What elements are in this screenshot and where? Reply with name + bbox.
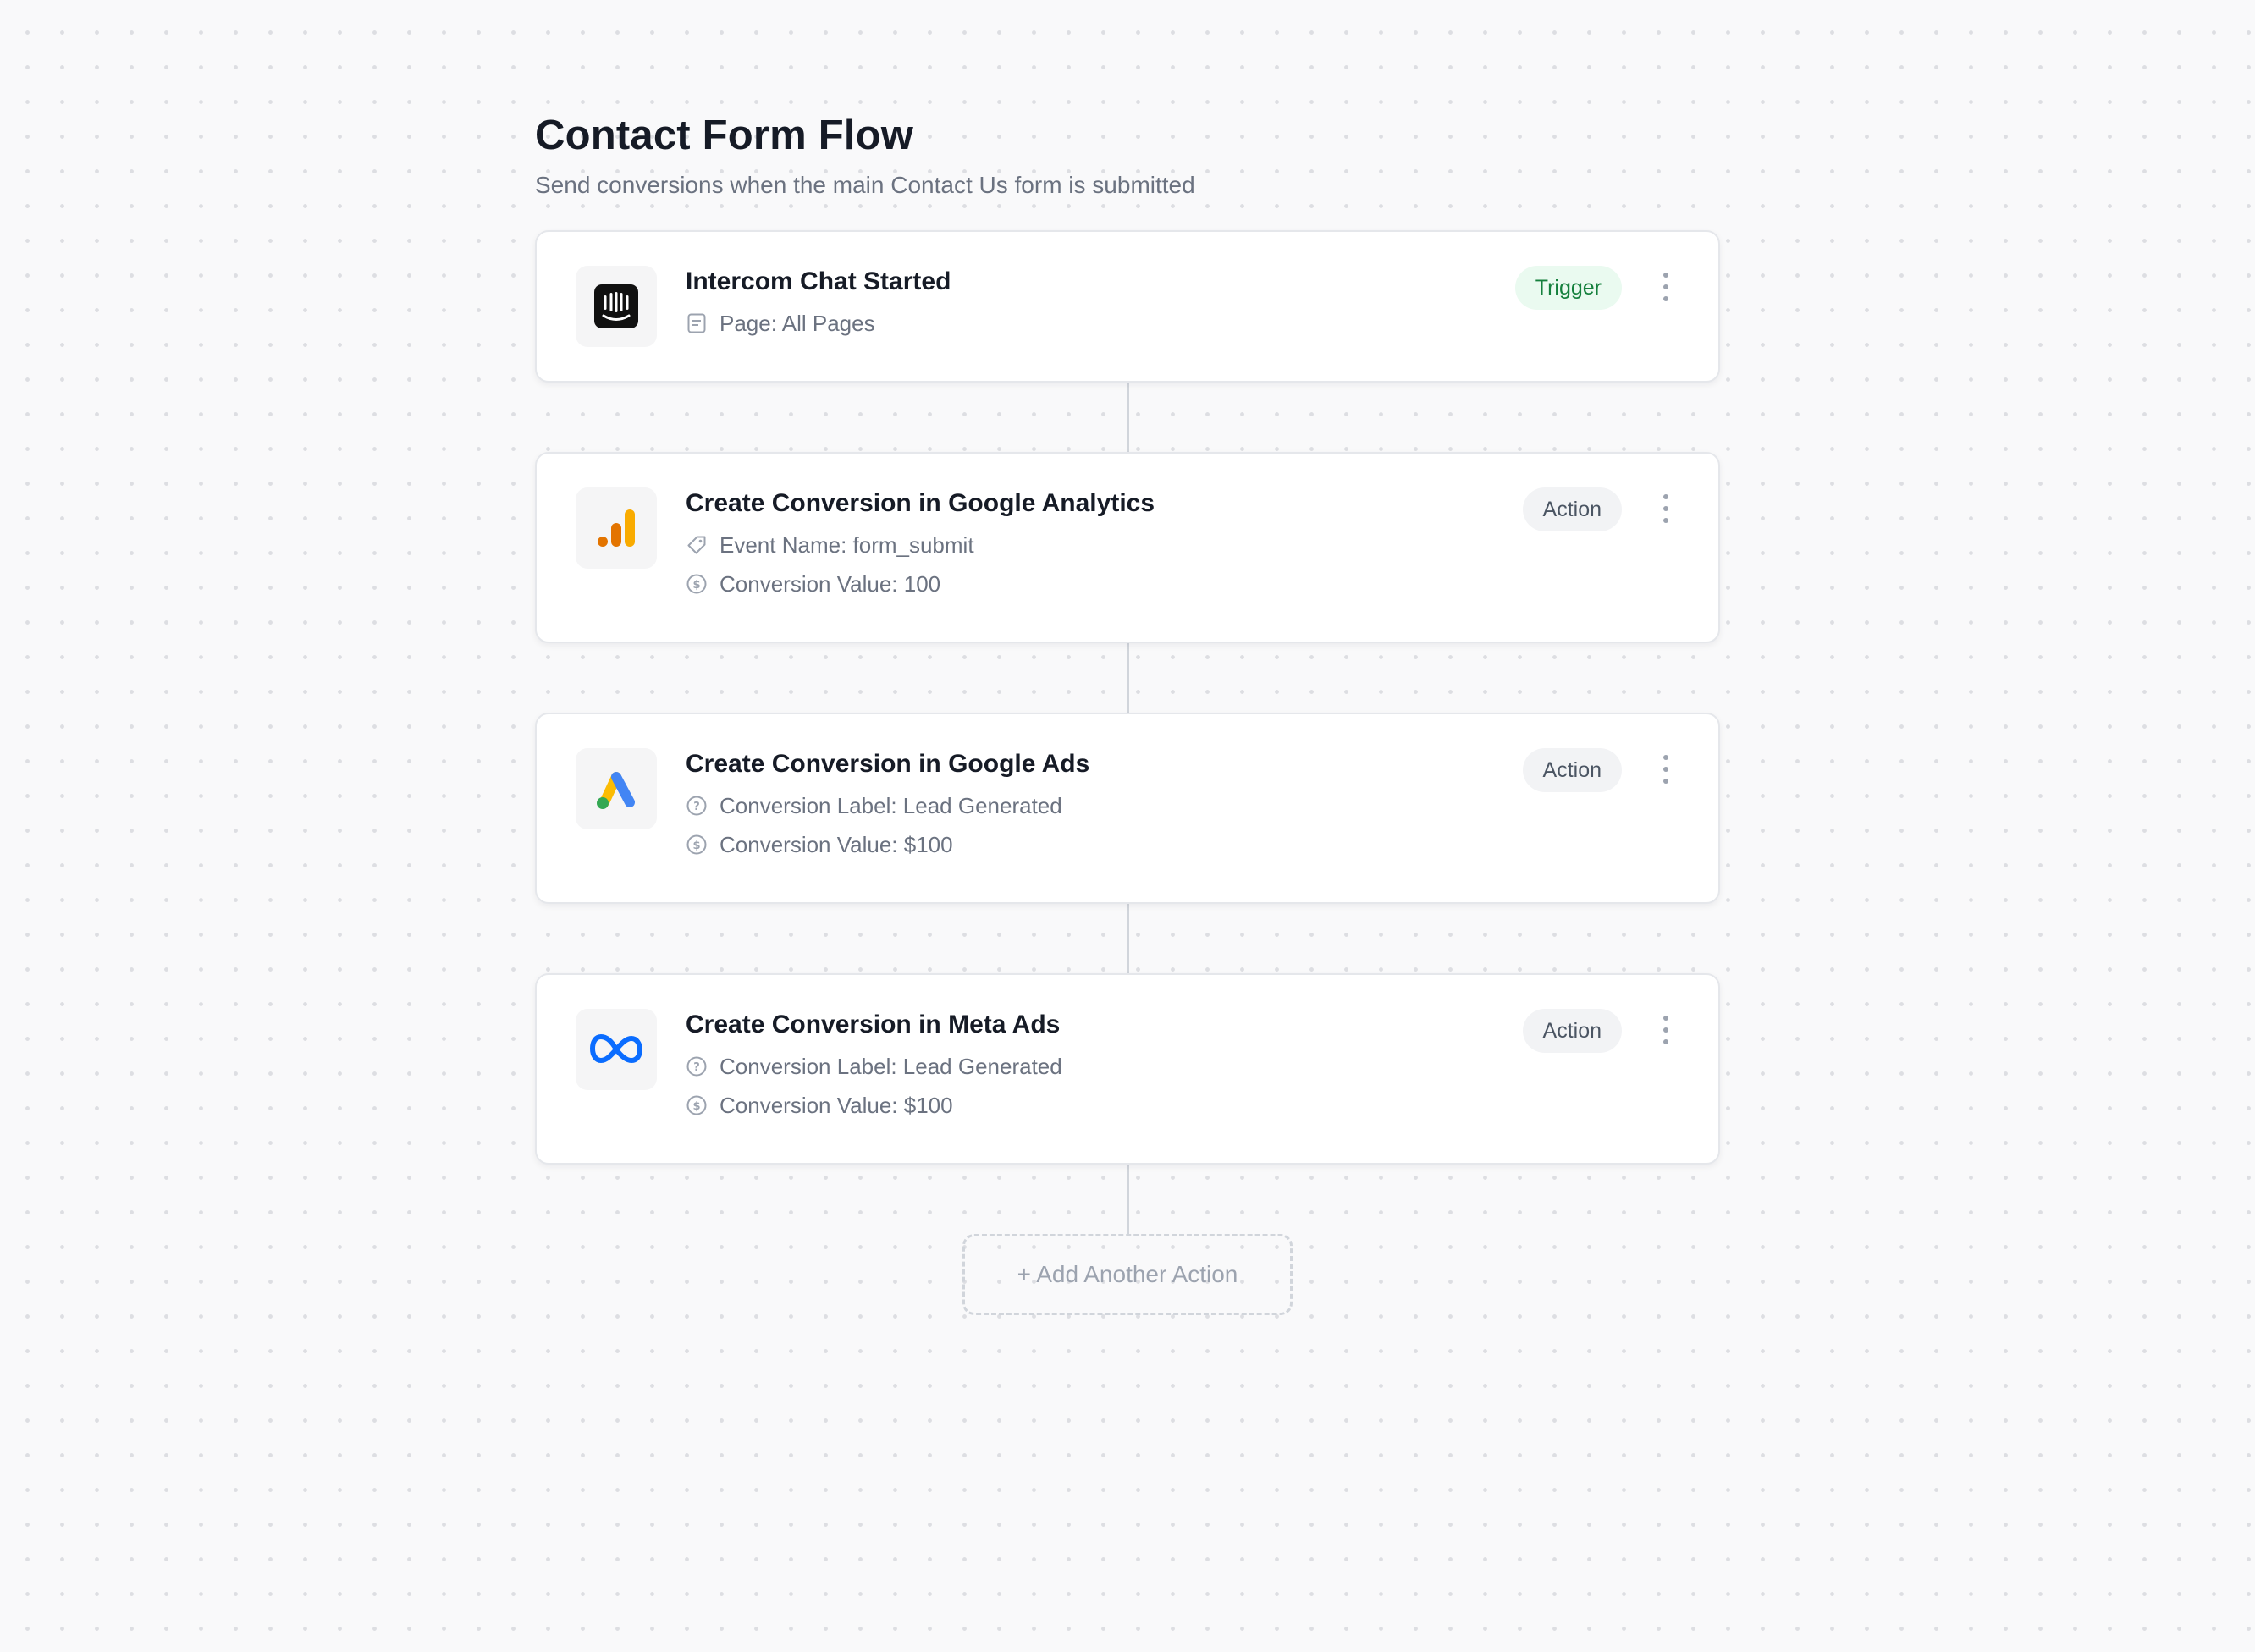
step-meta-text: Conversion Value: $100 — [720, 1093, 953, 1118]
step-meta-text: Page: All Pages — [720, 311, 875, 336]
step-title: Intercom Chat Started — [686, 267, 951, 295]
intercom-logo-icon — [576, 266, 657, 347]
step-meta-conversion-label: ? Conversion Label: Lead Generated — [686, 792, 1089, 819]
step-title: Create Conversion in Meta Ads — [686, 1010, 1061, 1038]
step-card-intercom-trigger[interactable]: Intercom Chat Started Page: All Pages Tr… — [535, 230, 1720, 383]
svg-text:$: $ — [692, 579, 700, 592]
step-meta-text: Conversion Value: 100 — [720, 571, 941, 597]
more-options-icon[interactable] — [1659, 267, 1673, 306]
more-options-icon[interactable] — [1659, 489, 1673, 528]
more-options-icon[interactable] — [1659, 750, 1673, 789]
svg-text:?: ? — [693, 801, 700, 813]
step-meta-text: Conversion Value: $100 — [720, 832, 953, 857]
step-meta-conversion-value: $ Conversion Value: 100 — [686, 570, 1155, 597]
step-card-meta-ads[interactable]: Create Conversion in Meta Ads ? Conversi… — [535, 973, 1720, 1165]
step-meta-page: Page: All Pages — [686, 310, 951, 337]
flow-connector — [1128, 1165, 1129, 1234]
step-meta-text: Conversion Label: Lead Generated — [720, 1054, 1062, 1079]
step-card-google-analytics[interactable]: Create Conversion in Google Analytics Ev… — [535, 452, 1720, 643]
question-circle-icon: ? — [686, 1056, 707, 1077]
action-badge: Action — [1522, 487, 1622, 531]
flow-connector — [1128, 643, 1129, 713]
dollar-circle-icon: $ — [686, 1095, 707, 1115]
svg-text:?: ? — [693, 1061, 700, 1074]
flow-steps: Intercom Chat Started Page: All Pages Tr… — [535, 230, 1720, 1315]
tag-icon — [687, 536, 706, 554]
flow-editor: Contact Form Flow Send conversions when … — [535, 108, 1720, 1315]
svg-text:$: $ — [692, 1100, 700, 1113]
step-title: Create Conversion in Google Ads — [686, 750, 1090, 778]
step-title: Create Conversion in Google Analytics — [686, 489, 1155, 517]
add-action-wrapper: + Add Another Action — [535, 1234, 1720, 1315]
dollar-circle-icon: $ — [686, 574, 707, 594]
step-meta-conversion-value: $ Conversion Value: $100 — [686, 831, 1089, 858]
page-subtitle: Send conversions when the main Contact U… — [535, 172, 1195, 198]
flow-connector — [1128, 904, 1129, 973]
flow-connector — [1128, 383, 1129, 452]
trigger-badge: Trigger — [1514, 266, 1622, 310]
action-badge: Action — [1522, 748, 1622, 792]
step-meta-event-name: Event Name: form_submit — [686, 531, 1155, 559]
dollar-circle-icon: $ — [686, 834, 707, 855]
step-meta-text: Conversion Label: Lead Generated — [720, 793, 1062, 818]
page-icon — [687, 313, 706, 333]
google-analytics-logo-icon — [576, 487, 657, 569]
step-meta-conversion-value: $ Conversion Value: $100 — [686, 1092, 1062, 1119]
more-options-icon[interactable] — [1659, 1010, 1673, 1049]
svg-text:$: $ — [692, 840, 700, 852]
step-meta-text: Event Name: form_submit — [720, 532, 974, 558]
add-another-action-button[interactable]: + Add Another Action — [962, 1234, 1293, 1315]
page-title: Contact Form Flow — [535, 113, 914, 158]
step-card-google-ads[interactable]: Create Conversion in Google Ads ? Conver… — [535, 713, 1720, 904]
step-meta-conversion-label: ? Conversion Label: Lead Generated — [686, 1053, 1062, 1080]
google-ads-logo-icon — [576, 748, 657, 829]
meta-logo-icon — [576, 1009, 657, 1090]
question-circle-icon: ? — [686, 796, 707, 816]
action-badge: Action — [1522, 1009, 1622, 1053]
